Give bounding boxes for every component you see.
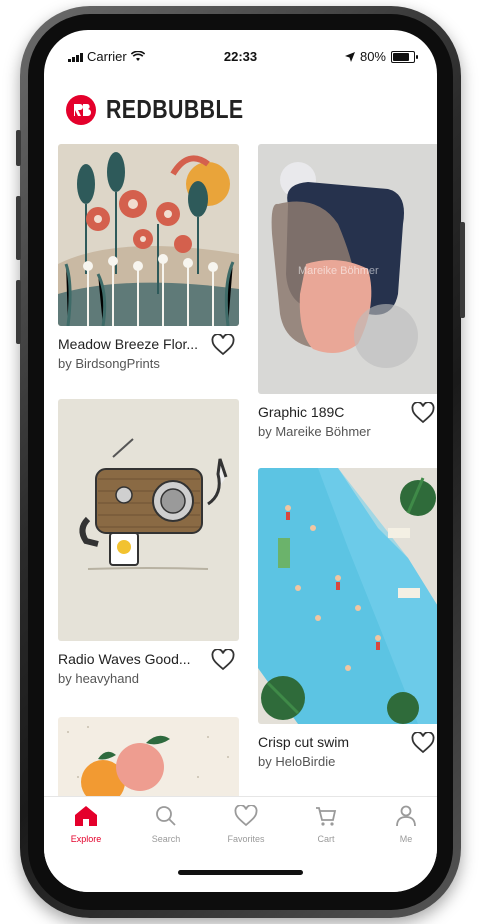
tab-label: Cart xyxy=(317,834,335,844)
status-bar: Carrier 22:33 80% xyxy=(44,30,437,78)
location-arrow-icon xyxy=(344,51,355,62)
side-button-volume-up xyxy=(16,196,21,260)
product-artist[interactable]: by heavyhand xyxy=(58,671,139,686)
product-watermark: Mareike Böhmer xyxy=(298,265,379,277)
tab-explore[interactable]: Explore xyxy=(56,805,116,844)
battery-icon xyxy=(391,50,418,63)
cart-icon xyxy=(316,807,337,826)
brand-wordmark: REDBUBBLE xyxy=(106,94,244,124)
battery-percent: 80% xyxy=(359,49,386,64)
product-card[interactable] xyxy=(58,717,239,797)
tab-cart[interactable]: Cart xyxy=(296,805,356,844)
side-button-mute xyxy=(16,130,21,166)
person-icon xyxy=(396,805,416,827)
product-card[interactable]: Crisp cut swim by HeloBirdie xyxy=(258,468,437,778)
product-card[interactable]: Meadow Breeze Flor... by BirdsongPrints xyxy=(58,144,239,374)
home-indicator[interactable] xyxy=(178,870,303,875)
product-image-radio[interactable] xyxy=(58,399,239,641)
product-image-peaches[interactable] xyxy=(58,717,239,797)
product-image-meadow[interactable] xyxy=(58,144,239,326)
tab-label: Favorites xyxy=(227,834,265,844)
product-image-graphic[interactable]: Mareike Böhmer xyxy=(258,144,437,394)
app-header: REDBUBBLE xyxy=(66,94,274,125)
favorite-heart-icon[interactable] xyxy=(211,649,235,671)
favorite-heart-icon[interactable] xyxy=(211,334,235,356)
tab-me[interactable]: Me xyxy=(376,805,436,844)
side-button-volume-down xyxy=(16,280,21,344)
bottom-tab-bar: Explore Search Favorites Cart Me xyxy=(44,796,437,892)
favorite-heart-icon[interactable] xyxy=(411,402,435,424)
heart-icon xyxy=(234,804,258,827)
product-artist[interactable]: by Mareike Böhmer xyxy=(258,424,371,439)
product-card[interactable]: Radio Waves Good... by heavyhand xyxy=(58,399,239,699)
product-title[interactable]: Graphic 189C xyxy=(258,404,344,420)
home-icon xyxy=(75,806,97,826)
product-artist[interactable]: by BirdsongPrints xyxy=(58,356,160,371)
search-icon xyxy=(156,806,176,826)
tab-search[interactable]: Search xyxy=(136,805,196,844)
favorite-heart-icon[interactable] xyxy=(411,732,435,754)
product-image-pool[interactable] xyxy=(258,468,437,724)
tab-favorites[interactable]: Favorites xyxy=(216,804,276,844)
product-artist[interactable]: by HeloBirdie xyxy=(258,754,335,769)
product-card[interactable]: Mareike Böhmer Graphic 189C by Mareike B… xyxy=(258,144,437,444)
redbubble-logo-icon xyxy=(66,94,96,125)
tab-label: Search xyxy=(151,834,181,844)
product-title[interactable]: Radio Waves Good... xyxy=(58,651,191,667)
side-button-power xyxy=(460,222,465,318)
app-screen: Carrier 22:33 80% REDBUBBLE Meadow Breez… xyxy=(44,30,437,892)
status-right: 80% xyxy=(344,49,418,64)
tab-label: Explore xyxy=(70,834,102,844)
tab-label: Me xyxy=(399,834,413,844)
product-title[interactable]: Meadow Breeze Flor... xyxy=(58,336,198,352)
product-title[interactable]: Crisp cut swim xyxy=(258,734,349,750)
